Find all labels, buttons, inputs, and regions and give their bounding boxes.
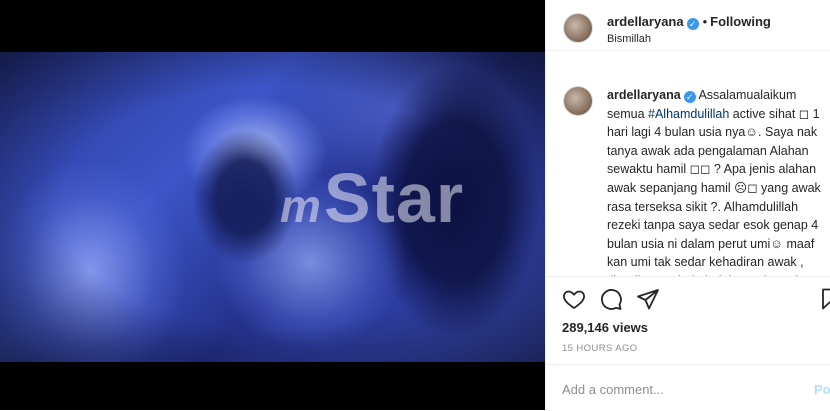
bookmark-icon[interactable]: [818, 287, 830, 311]
verified-badge-icon: ✓: [686, 18, 699, 30]
comment-input[interactable]: Add a comment...: [562, 382, 664, 397]
caption-username[interactable]: ardellaryana: [607, 88, 681, 102]
post-timestamp[interactable]: 15 HOURS AGO: [562, 343, 638, 354]
hashtag-link[interactable]: #Alhamdulillah: [648, 107, 729, 121]
post-header: ardellaryana ✓ • Following Bismillah: [546, 0, 830, 51]
comment-icon[interactable]: [599, 287, 623, 311]
header-subtitle[interactable]: Bismillah: [607, 33, 651, 45]
views-count[interactable]: 289,146 views: [562, 320, 648, 335]
post-comment-button[interactable]: Po: [814, 382, 830, 397]
add-comment-bar: Add a comment... Po: [546, 364, 830, 411]
caption-text: ardellaryana ✓ Assalamualaikum semua #Alh…: [607, 88, 821, 276]
heart-icon[interactable]: [562, 287, 586, 311]
share-icon[interactable]: [636, 287, 660, 311]
caption-avatar[interactable]: [563, 86, 593, 116]
comments-section[interactable]: ardellaryana ✓ Assalamualaikum semua #Alh…: [546, 51, 830, 276]
avatar[interactable]: [563, 13, 593, 43]
post-media[interactable]: mStar: [0, 0, 545, 410]
header-separator: •: [702, 14, 708, 29]
verified-badge-icon: ✓: [683, 91, 696, 103]
post-side-panel: ardellaryana ✓ • Following Bismillah ardell…: [545, 0, 830, 410]
mstar-watermark: mStar: [280, 159, 465, 237]
actions-bar: 289,146 views 15 HOURS AGO: [546, 276, 830, 377]
header-username[interactable]: ardellaryana: [607, 14, 684, 29]
following-button[interactable]: Following: [710, 14, 771, 29]
